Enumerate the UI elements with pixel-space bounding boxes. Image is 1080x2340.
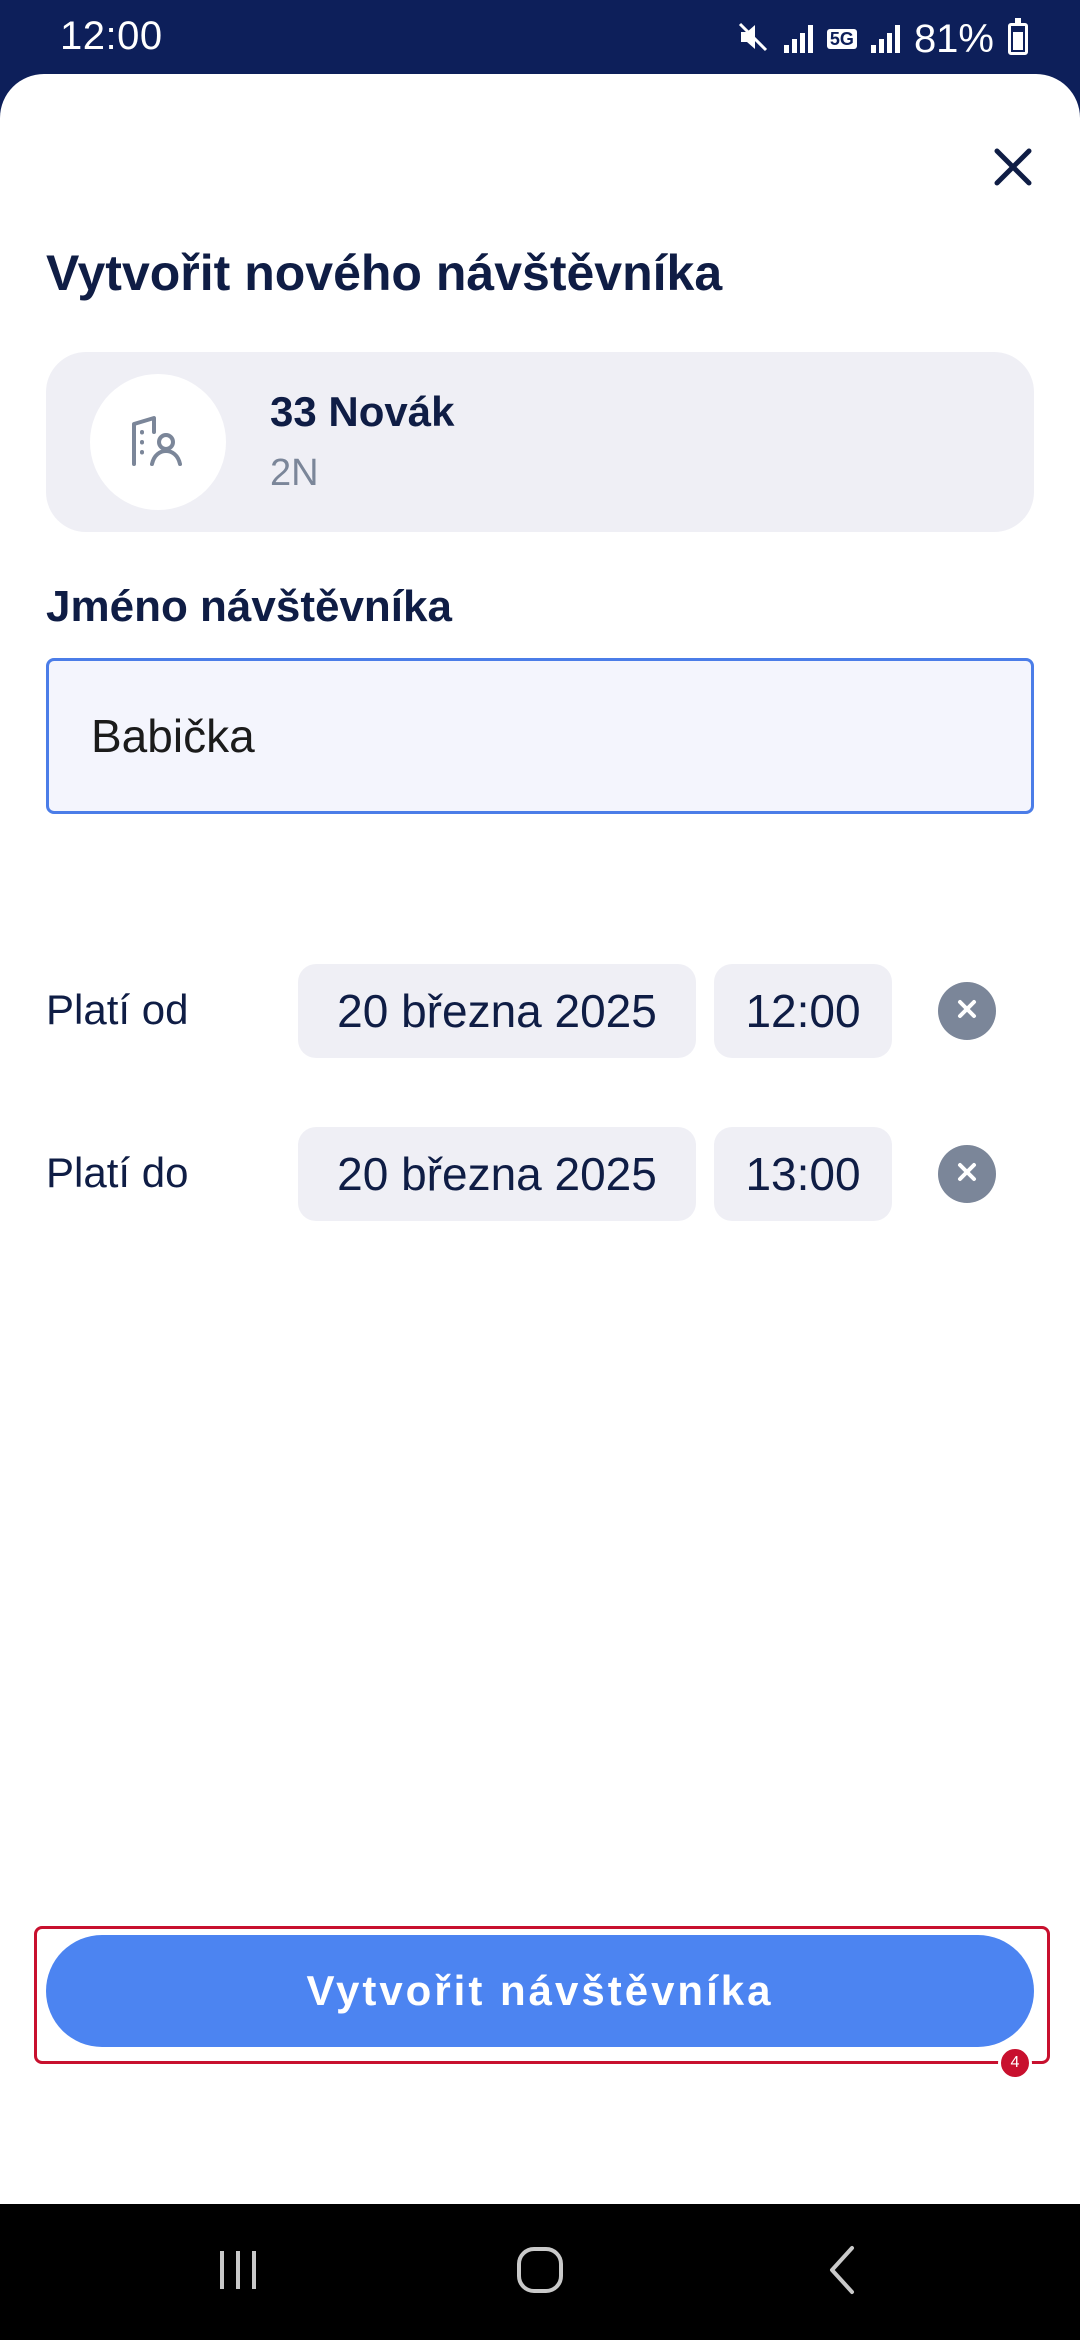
clear-valid-to-button[interactable]: [938, 1145, 996, 1203]
mute-icon: [736, 20, 770, 59]
status-time: 12:00: [60, 14, 163, 58]
create-visitor-button[interactable]: Vytvořit návštěvníka: [46, 1935, 1034, 2047]
page-title: Vytvořit nového návštěvníka: [46, 245, 723, 301]
clear-icon: [955, 1160, 979, 1189]
navigation-bar: [0, 2204, 1080, 2340]
back-button[interactable]: [792, 2232, 892, 2312]
visitor-name-input[interactable]: [46, 658, 1034, 814]
battery-percent: 81%: [913, 16, 994, 61]
network-5g-icon: 5G: [826, 29, 857, 49]
home-icon: [514, 2244, 566, 2301]
recent-apps-icon: [213, 2245, 263, 2300]
valid-to-time-chip[interactable]: 13:00: [714, 1127, 892, 1221]
status-icons: 5G 81%: [736, 14, 1028, 64]
unit-avatar: [90, 374, 226, 510]
visitor-name-label: Jméno návštěvníka: [46, 582, 452, 631]
valid-to-date-chip[interactable]: 20 března 2025: [298, 1127, 696, 1221]
unit-subtitle: 2N: [270, 452, 319, 494]
signal-icon: [870, 25, 900, 53]
status-bar: 12:00 5G 81%: [0, 0, 1080, 78]
create-visitor-sheet: Vytvořit nového návštěvníka 33 Novák 2N …: [0, 74, 1080, 2204]
valid-from-date-chip[interactable]: 20 března 2025: [298, 964, 696, 1058]
unit-card: 33 Novák 2N: [46, 352, 1034, 532]
home-button[interactable]: [490, 2232, 590, 2312]
valid-to-label: Platí do: [46, 1149, 189, 1196]
back-icon: [822, 2244, 862, 2301]
close-icon: [993, 147, 1033, 192]
valid-from-label: Platí od: [46, 986, 189, 1033]
battery-icon: [1008, 18, 1028, 55]
clear-valid-from-button[interactable]: [938, 982, 996, 1040]
clear-icon: [955, 997, 979, 1026]
signal-icon: [783, 25, 813, 53]
marker-badge: 4: [998, 2046, 1032, 2080]
building-person-icon: [128, 410, 188, 475]
close-button[interactable]: [984, 140, 1042, 198]
unit-name: 33 Novák: [270, 388, 455, 435]
valid-from-time-chip[interactable]: 12:00: [714, 964, 892, 1058]
recent-apps-button[interactable]: [188, 2232, 288, 2312]
